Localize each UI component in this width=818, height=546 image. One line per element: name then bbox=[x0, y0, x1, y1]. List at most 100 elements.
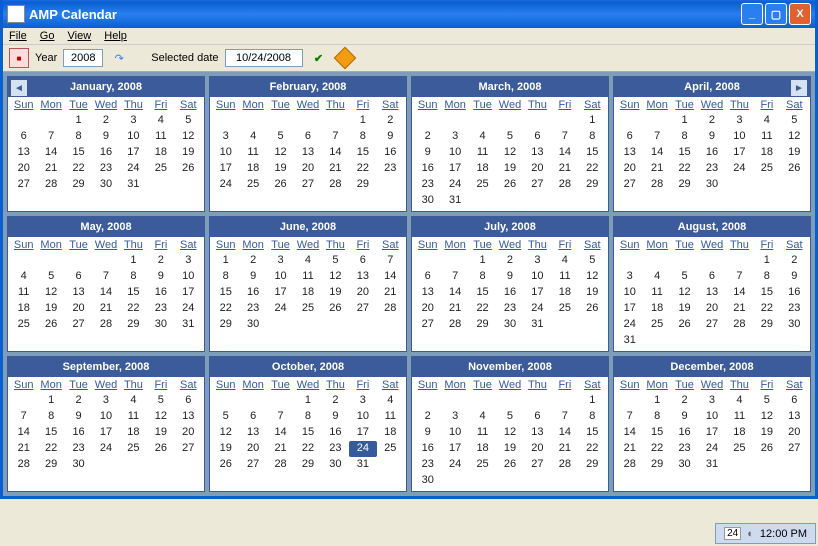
day-cell[interactable]: 25 bbox=[753, 161, 780, 177]
month-header[interactable]: March, 2008 bbox=[412, 77, 608, 97]
day-cell[interactable]: 29 bbox=[65, 177, 92, 193]
day-cell[interactable]: 28 bbox=[726, 317, 753, 333]
day-cell[interactable]: 29 bbox=[753, 317, 780, 333]
day-cell[interactable]: 19 bbox=[147, 425, 174, 441]
day-cell[interactable]: 6 bbox=[65, 269, 92, 285]
day-cell[interactable]: 18 bbox=[239, 161, 266, 177]
day-cell[interactable]: 26 bbox=[212, 457, 239, 473]
day-cell[interactable]: 12 bbox=[322, 269, 349, 285]
day-cell[interactable]: 22 bbox=[294, 441, 321, 457]
day-cell[interactable]: 5 bbox=[781, 113, 808, 129]
day-cell[interactable]: 20 bbox=[524, 441, 551, 457]
day-cell[interactable]: 2 bbox=[65, 393, 92, 409]
day-cell[interactable]: 4 bbox=[551, 253, 578, 269]
day-cell[interactable]: 10 bbox=[175, 269, 202, 285]
day-cell[interactable]: 31 bbox=[175, 317, 202, 333]
day-cell[interactable]: 20 bbox=[781, 425, 808, 441]
day-cell[interactable]: 26 bbox=[147, 441, 174, 457]
day-cell[interactable]: 12 bbox=[267, 145, 294, 161]
day-cell[interactable]: 19 bbox=[267, 161, 294, 177]
day-cell[interactable]: 9 bbox=[414, 425, 441, 441]
day-cell[interactable]: 22 bbox=[120, 301, 147, 317]
day-cell[interactable]: 10 bbox=[616, 285, 643, 301]
day-cell[interactable]: 10 bbox=[267, 269, 294, 285]
go-arrow-icon[interactable]: ↷ bbox=[109, 48, 129, 68]
day-cell[interactable]: 15 bbox=[671, 145, 698, 161]
day-cell[interactable]: 20 bbox=[10, 161, 37, 177]
day-cell[interactable]: 3 bbox=[267, 253, 294, 269]
day-cell[interactable]: 23 bbox=[147, 301, 174, 317]
day-cell[interactable]: 18 bbox=[147, 145, 174, 161]
day-cell[interactable]: 4 bbox=[120, 393, 147, 409]
day-cell[interactable]: 1 bbox=[753, 253, 780, 269]
day-cell[interactable]: 13 bbox=[616, 145, 643, 161]
day-cell[interactable]: 9 bbox=[92, 129, 119, 145]
day-cell[interactable]: 25 bbox=[551, 301, 578, 317]
month-header[interactable]: January, 2008◄ bbox=[8, 77, 204, 97]
day-cell[interactable]: 6 bbox=[781, 393, 808, 409]
day-cell[interactable]: 21 bbox=[267, 441, 294, 457]
calendar-icon[interactable]: ■ bbox=[9, 48, 29, 68]
day-cell[interactable]: 28 bbox=[616, 457, 643, 473]
day-cell[interactable]: 27 bbox=[781, 441, 808, 457]
day-cell[interactable]: 1 bbox=[469, 253, 496, 269]
day-cell[interactable]: 4 bbox=[294, 253, 321, 269]
day-cell[interactable]: 25 bbox=[10, 317, 37, 333]
day-cell[interactable]: 17 bbox=[524, 285, 551, 301]
day-cell[interactable]: 27 bbox=[524, 457, 551, 473]
day-cell[interactable]: 26 bbox=[496, 457, 523, 473]
day-cell[interactable]: 17 bbox=[726, 145, 753, 161]
day-cell[interactable]: 10 bbox=[726, 129, 753, 145]
month-header[interactable]: May, 2008 bbox=[8, 217, 204, 237]
day-cell[interactable]: 29 bbox=[671, 177, 698, 193]
day-cell[interactable]: 3 bbox=[441, 409, 468, 425]
day-cell[interactable]: 14 bbox=[37, 145, 64, 161]
day-cell[interactable]: 9 bbox=[377, 129, 404, 145]
day-cell[interactable]: 22 bbox=[579, 441, 606, 457]
day-cell[interactable]: 22 bbox=[65, 161, 92, 177]
day-cell[interactable]: 26 bbox=[579, 301, 606, 317]
day-cell[interactable]: 26 bbox=[753, 441, 780, 457]
day-cell[interactable]: 31 bbox=[120, 177, 147, 193]
day-cell[interactable]: 7 bbox=[551, 409, 578, 425]
day-cell[interactable]: 17 bbox=[175, 285, 202, 301]
day-cell[interactable]: 12 bbox=[496, 425, 523, 441]
day-cell[interactable]: 9 bbox=[496, 269, 523, 285]
day-cell[interactable]: 30 bbox=[496, 317, 523, 333]
day-cell[interactable]: 29 bbox=[349, 177, 376, 193]
day-cell[interactable]: 1 bbox=[579, 393, 606, 409]
day-cell[interactable]: 8 bbox=[579, 409, 606, 425]
day-cell[interactable]: 15 bbox=[753, 285, 780, 301]
day-cell[interactable]: 17 bbox=[267, 285, 294, 301]
day-cell[interactable]: 31 bbox=[524, 317, 551, 333]
day-cell[interactable]: 3 bbox=[175, 253, 202, 269]
day-cell[interactable]: 2 bbox=[414, 129, 441, 145]
day-cell[interactable]: 17 bbox=[349, 425, 376, 441]
day-cell[interactable]: 22 bbox=[671, 161, 698, 177]
day-cell[interactable]: 14 bbox=[551, 425, 578, 441]
day-cell[interactable]: 10 bbox=[349, 409, 376, 425]
day-cell[interactable]: 10 bbox=[212, 145, 239, 161]
day-cell[interactable]: 11 bbox=[753, 129, 780, 145]
month-header[interactable]: August, 2008 bbox=[614, 217, 810, 237]
day-cell[interactable]: 28 bbox=[92, 317, 119, 333]
day-cell[interactable]: 12 bbox=[37, 285, 64, 301]
day-cell[interactable]: 30 bbox=[92, 177, 119, 193]
day-cell[interactable]: 9 bbox=[698, 129, 725, 145]
day-cell[interactable]: 14 bbox=[441, 285, 468, 301]
day-cell[interactable]: 18 bbox=[10, 301, 37, 317]
day-cell[interactable]: 22 bbox=[349, 161, 376, 177]
day-cell[interactable]: 6 bbox=[698, 269, 725, 285]
day-cell[interactable]: 30 bbox=[65, 457, 92, 473]
day-cell[interactable]: 8 bbox=[349, 129, 376, 145]
day-cell[interactable]: 23 bbox=[496, 301, 523, 317]
day-cell[interactable]: 26 bbox=[175, 161, 202, 177]
day-cell[interactable]: 16 bbox=[781, 285, 808, 301]
day-cell[interactable]: 22 bbox=[212, 301, 239, 317]
day-cell[interactable]: 19 bbox=[212, 441, 239, 457]
day-cell[interactable]: 11 bbox=[10, 285, 37, 301]
day-cell[interactable]: 5 bbox=[496, 129, 523, 145]
day-cell[interactable]: 15 bbox=[212, 285, 239, 301]
day-cell[interactable]: 20 bbox=[349, 285, 376, 301]
menu-help[interactable]: Help bbox=[104, 30, 127, 42]
